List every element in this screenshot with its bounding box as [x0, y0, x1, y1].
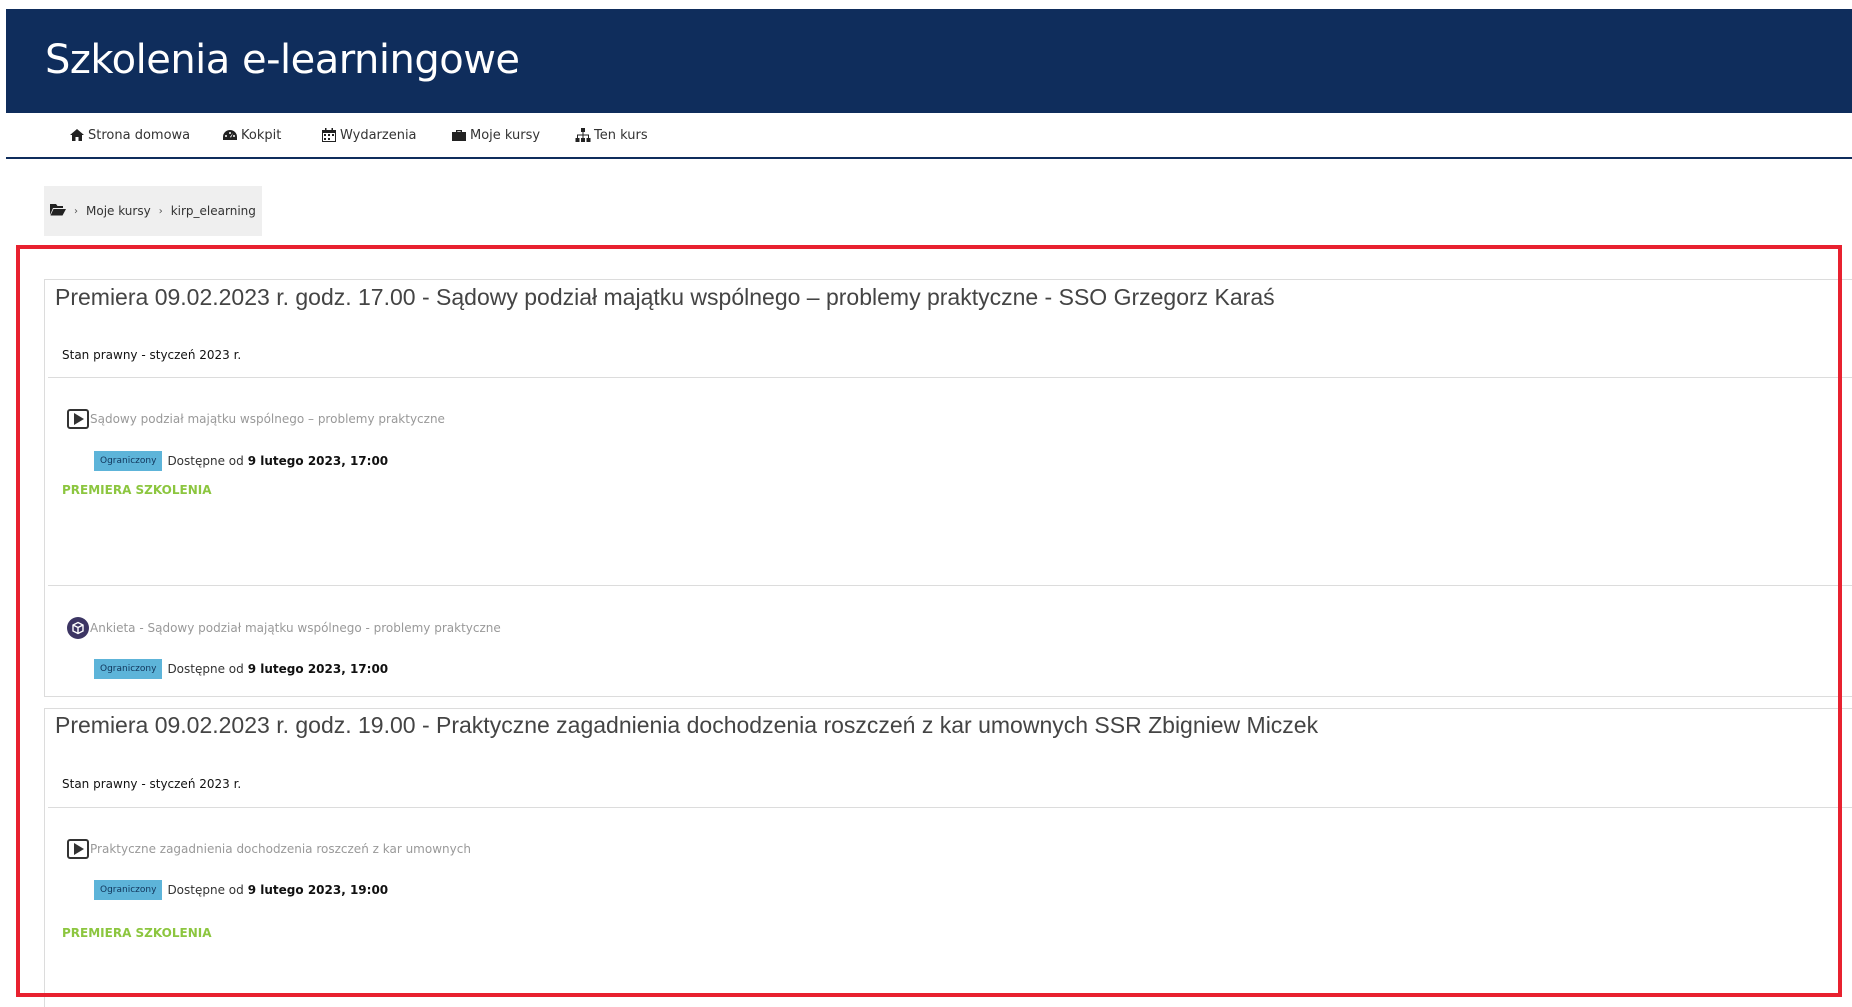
available-date: 9 lutego 2023, 17:00 [247, 454, 389, 468]
breadcrumb-my-courses[interactable]: Moje kursy [86, 204, 151, 218]
breadcrumb: › Moje kursy › kirp_elearning [44, 186, 262, 236]
nav-dashboard[interactable]: Kokpit [221, 127, 281, 143]
site-title[interactable]: Szkolenia e-learningowe [45, 37, 520, 83]
restriction-info: Ograniczony Dostępne od 9 lutego 2023, 1… [94, 451, 388, 471]
available-date: 9 lutego 2023, 17:00 [247, 662, 389, 676]
breadcrumb-course[interactable]: kirp_elearning [171, 204, 256, 218]
nav-events-label: Wydarzenia [340, 127, 417, 143]
section-summary: Stan prawny - styczeń 2023 r. [62, 777, 242, 791]
restricted-badge: Ograniczony [94, 659, 163, 679]
activity-survey[interactable]: Ankieta - Sądowy podział majątku wspólne… [67, 617, 501, 639]
section-divider [48, 377, 1852, 378]
play-icon [67, 409, 89, 429]
available-date: 9 lutego 2023, 19:00 [247, 883, 389, 897]
section-title[interactable]: Premiera 09.02.2023 r. godz. 19.00 - Pra… [55, 712, 1318, 739]
breadcrumb-separator-icon: › [74, 205, 78, 217]
nav-dashboard-label: Kokpit [241, 127, 282, 143]
briefcase-icon [450, 127, 468, 143]
nav-my-courses-label: Moje kursy [470, 127, 541, 143]
nav-home[interactable]: Strona domowa [68, 127, 190, 143]
nav-my-courses[interactable]: Moje kursy [450, 127, 540, 143]
primary-navigation: Strona domowa Kokpit Wydarzenia Moje kur… [6, 113, 1852, 159]
nav-events[interactable]: Wydarzenia [320, 127, 417, 143]
site-header: Szkolenia e-learningowe [6, 9, 1852, 113]
premiere-label: PREMIERA SZKOLENIA [62, 483, 212, 497]
restricted-badge: Ograniczony [94, 880, 163, 900]
restriction-info: Ograniczony Dostępne od 9 lutego 2023, 1… [94, 880, 388, 900]
course-section-2: Premiera 09.02.2023 r. godz. 19.00 - Pra… [44, 708, 1852, 1007]
restricted-badge: Ograniczony [94, 451, 163, 471]
available-prefix: Dostępne od [167, 883, 244, 897]
activity-divider [48, 585, 1852, 586]
nav-home-label: Strona domowa [88, 127, 191, 143]
folder-open-icon[interactable] [50, 203, 66, 219]
nav-this-course-label: Ten kurs [594, 127, 648, 143]
available-prefix: Dostępne od [167, 662, 244, 676]
dashboard-icon [221, 127, 239, 143]
breadcrumb-separator-icon: › [158, 205, 163, 217]
section-summary: Stan prawny - styczeń 2023 r. [62, 348, 242, 362]
course-section-1: Premiera 09.02.2023 r. godz. 17.00 - Sąd… [44, 279, 1852, 697]
section-title[interactable]: Premiera 09.02.2023 r. godz. 17.00 - Sąd… [55, 284, 1275, 311]
survey-icon [67, 617, 89, 639]
activity-video[interactable]: Sądowy podział majątku wspólnego – probl… [67, 409, 445, 429]
activity-video[interactable]: Praktyczne zagadnienia dochodzenia roszc… [67, 839, 471, 859]
home-icon [68, 127, 86, 143]
activity-name[interactable]: Praktyczne zagadnienia dochodzenia roszc… [90, 842, 471, 856]
play-icon [67, 839, 89, 859]
sitemap-icon [574, 127, 592, 143]
nav-this-course[interactable]: Ten kurs [574, 127, 648, 143]
activity-name[interactable]: Ankieta - Sądowy podział majątku wspólne… [90, 621, 501, 635]
activity-name[interactable]: Sądowy podział majątku wspólnego – probl… [90, 412, 445, 426]
restriction-info: Ograniczony Dostępne od 9 lutego 2023, 1… [94, 659, 388, 679]
available-prefix: Dostępne od [167, 454, 244, 468]
premiere-label: PREMIERA SZKOLENIA [62, 926, 212, 940]
section-divider [48, 807, 1852, 808]
calendar-icon [320, 127, 338, 143]
